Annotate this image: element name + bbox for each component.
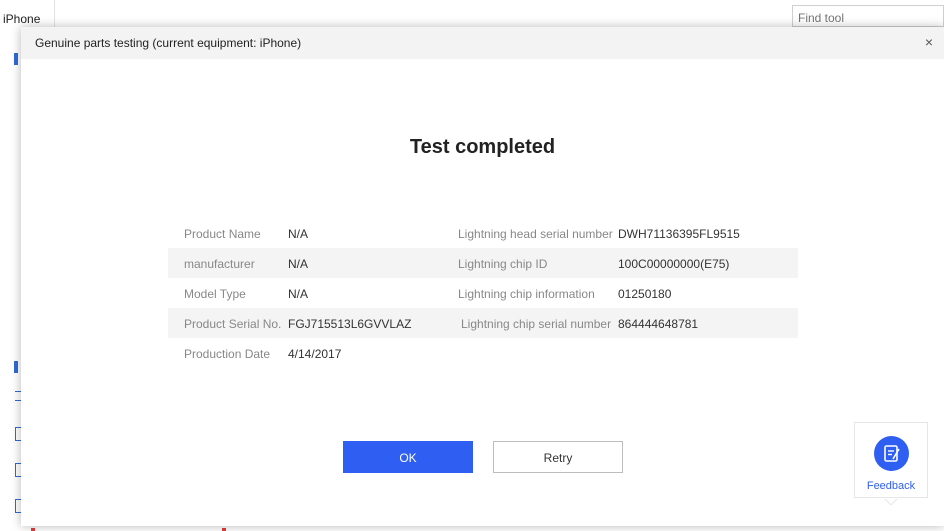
- production-date-value: 4/14/2017: [288, 347, 342, 361]
- dialog-header: Genuine parts testing (current equipment…: [21, 27, 944, 59]
- production-date-label: Production Date: [184, 347, 271, 361]
- lightning-chip-info-value: 01250180: [618, 287, 672, 301]
- feedback-pointer: [884, 498, 898, 505]
- sidebar-section-marker: [14, 361, 18, 373]
- table-row: Product Serial No. FGJ715513L6GVVLAZ Lig…: [168, 308, 798, 338]
- feedback-label[interactable]: Feedback: [855, 480, 927, 492]
- product-name-value: N/A: [288, 227, 309, 241]
- ok-button[interactable]: OK: [343, 441, 473, 473]
- lightning-chip-serial-value: 864444648781: [618, 317, 699, 331]
- feedback-edit-icon[interactable]: [874, 436, 909, 471]
- model-type-label: Model Type: [184, 287, 246, 301]
- dialog-title: Genuine parts testing (current equipment…: [35, 36, 302, 50]
- close-icon[interactable]: ×: [922, 35, 936, 49]
- device-tab[interactable]: iPhone: [0, 0, 55, 28]
- lightning-head-serial-label: Lightning head serial number: [458, 227, 613, 241]
- lightning-head-serial-value: DWH71136395FL9515: [618, 227, 740, 241]
- lightning-chip-id-label: Lightning chip ID: [458, 257, 548, 271]
- table-row: manufacturer N/A Lightning chip ID 100C0…: [168, 248, 798, 278]
- model-type-value: N/A: [288, 287, 309, 301]
- product-name-label: Product Name: [184, 227, 261, 241]
- sidebar-active-marker: [14, 53, 18, 65]
- feedback-widget[interactable]: Feedback: [854, 422, 928, 505]
- table-row: Product Name N/A Lightning head serial n…: [168, 218, 798, 248]
- device-info-table: Product Name N/A Lightning head serial n…: [168, 218, 798, 368]
- find-tool-search-input[interactable]: [792, 5, 944, 27]
- lightning-chip-serial-label: Lightning chip serial number: [461, 317, 612, 331]
- lightning-chip-id-value: 100C00000000(E75): [618, 257, 730, 271]
- lightning-chip-info-label: Lightning chip information: [458, 287, 595, 301]
- manufacturer-value: N/A: [288, 257, 309, 271]
- product-serial-label: Product Serial No.: [184, 317, 282, 331]
- table-row: Model Type N/A Lightning chip informatio…: [168, 278, 798, 308]
- result-heading: Test completed: [409, 136, 556, 158]
- manufacturer-label: manufacturer: [184, 257, 255, 271]
- genuine-parts-dialog: Genuine parts testing (current equipment…: [21, 27, 944, 526]
- retry-button[interactable]: Retry: [493, 441, 623, 473]
- product-serial-value: FGJ715513L6GVVLAZ: [288, 317, 412, 331]
- table-row: Production Date 4/14/2017: [168, 338, 798, 368]
